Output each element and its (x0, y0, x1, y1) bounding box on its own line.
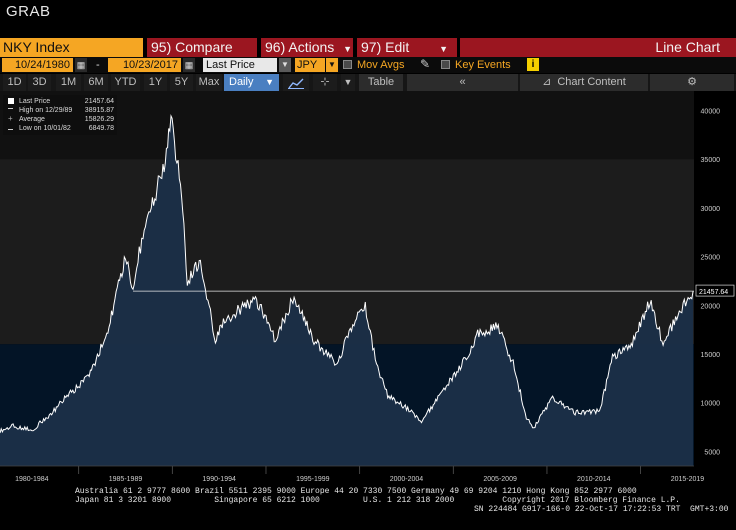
y-tick-label: 40000 (701, 108, 721, 115)
last-price-label: 21457.64 (699, 289, 728, 296)
settings-button[interactable]: ⚙ (650, 74, 734, 91)
edit-button[interactable]: 97) Edit ▼ (357, 38, 457, 57)
line-chart-icon (288, 78, 304, 89)
period-3d-button[interactable]: 3D (28, 74, 51, 91)
info-icon[interactable]: i (527, 58, 539, 71)
y-tick-label: 15000 (701, 352, 721, 359)
y-tick-label: 30000 (701, 206, 721, 213)
legend-item-last-price[interactable]: Last Price 21457.64 (3, 97, 117, 106)
chevron-down-icon: ▼ (439, 44, 449, 54)
legend-label: Average (19, 116, 45, 123)
legend-item-high[interactable]: High on 12/29/89 38915.87 (3, 106, 117, 115)
window-title: GRAB (6, 3, 51, 20)
table-button[interactable]: Table (359, 74, 403, 91)
legend-item-low[interactable]: Low on 10/01/82 6849.78 (3, 124, 117, 133)
mov-avgs-checkbox[interactable] (343, 60, 352, 69)
period-max-button[interactable]: Max (196, 74, 222, 91)
mov-avgs-label: Mov Avgs (357, 59, 405, 71)
chevron-down-icon: ▼ (343, 77, 353, 87)
chart-legend[interactable]: Last Price 21457.64 High on 12/29/89 389… (3, 95, 117, 135)
chart-content-label: Chart Content (557, 76, 626, 88)
x-tick-label: 2010-2014 (577, 476, 611, 483)
x-tick-label: 1980-1984 (15, 476, 49, 483)
compare-label: Compare (175, 39, 233, 55)
footer: Australia 61 2 9777 8600 Brazil 5511 239… (0, 484, 736, 530)
x-tick-label: 2000-2004 (390, 476, 424, 483)
chart-content-button[interactable]: ⊿ Chart Content (520, 74, 648, 91)
period-6m-button[interactable]: 6M (84, 74, 108, 91)
period-ytd-button[interactable]: YTD (111, 74, 140, 91)
legend-value: 21457.64 (84, 98, 114, 105)
crosshair-icon: ⊹ (320, 76, 330, 88)
date-separator: - (96, 59, 100, 71)
period-1d-button[interactable]: 1D (3, 74, 26, 91)
period-1y-button[interactable]: 1Y (144, 74, 167, 91)
tool-dropdown-button[interactable]: ▼ (341, 74, 355, 91)
calendar-icon[interactable]: ▦ (75, 58, 87, 72)
high-marker-icon (8, 108, 13, 109)
plot-band-middle (0, 159, 694, 345)
currency-field[interactable]: JPY (295, 58, 325, 72)
legend-label: Last Price (19, 98, 51, 105)
y-tick-label: 25000 (701, 255, 721, 262)
legend-value: 15826.29 (84, 116, 114, 123)
square-icon (8, 98, 14, 104)
plus-icon: + (8, 114, 13, 123)
ticker-field[interactable]: NKY Index (0, 38, 143, 57)
gear-icon: ⚙ (687, 76, 697, 88)
pencil-icon[interactable]: ✎ (420, 57, 430, 71)
x-tick-label: 2015-2019 (671, 476, 705, 483)
legend-item-average[interactable]: + Average 15826.29 (3, 115, 117, 124)
y-tick-label: 20000 (701, 303, 721, 310)
chart-area[interactable]: 21457.64 5000 10000 15000 20000 25000 30000 350… (0, 91, 736, 484)
legend-label: High on 12/29/89 (19, 107, 73, 114)
legend-value: 38915.87 (84, 107, 114, 114)
legend-value: 6849.78 (88, 125, 114, 132)
frequency-label: Daily (229, 76, 254, 88)
chevron-down-icon: ▼ (343, 44, 353, 54)
collapse-button[interactable]: « (407, 74, 518, 91)
x-tick-label: 2005-2009 (483, 476, 517, 483)
actions-number: 96) (265, 39, 286, 55)
start-date-field[interactable]: 10/24/1980 (2, 58, 73, 72)
chevron-down-icon[interactable]: ▼ (279, 58, 291, 72)
period-1m-button[interactable]: 1M (56, 74, 81, 91)
y-tick-label: 35000 (701, 157, 721, 164)
low-marker-icon (8, 125, 13, 130)
chevron-down-icon: ▼ (265, 77, 274, 87)
edit-label: Edit (385, 39, 410, 55)
y-tick-label: 5000 (704, 449, 720, 456)
footer-session-line: SN 224484 G917-166-0 22-Oct-17 17:22:53 … (474, 505, 729, 514)
y-tick-label: 10000 (701, 401, 721, 408)
chart-type-label[interactable]: Line Chart (460, 38, 736, 57)
x-tick-label: 1985-1989 (109, 476, 143, 483)
end-date-field[interactable]: 10/23/2017 (108, 58, 181, 72)
actions-button[interactable]: 96) Actions ▼ (261, 38, 353, 57)
legend-label: Low on 10/01/82 (19, 125, 71, 132)
chart-content-icon: ⊿ (542, 76, 552, 88)
edit-number: 97) (361, 39, 382, 55)
x-tick-label: 1995-1999 (296, 476, 330, 483)
crosshair-tool-button[interactable]: ⊹ (313, 74, 337, 91)
actions-label: Actions (288, 39, 335, 55)
compare-number: 95) (151, 39, 172, 55)
key-events-label: Key Events (455, 59, 511, 71)
calendar-icon[interactable]: ▦ (183, 58, 195, 72)
price-field-select[interactable]: Last Price (203, 58, 277, 72)
price-chart[interactable]: 21457.64 5000 10000 15000 20000 25000 30000 350… (0, 91, 736, 484)
chevron-down-icon[interactable]: ▼ (326, 58, 338, 72)
frequency-select[interactable]: Daily ▼ (224, 74, 279, 91)
period-5y-button[interactable]: 5Y (170, 74, 193, 91)
line-chart-tool-button[interactable] (283, 74, 309, 91)
x-tick-label: 1990-1994 (202, 476, 236, 483)
compare-button[interactable]: 95) Compare (147, 38, 257, 57)
footer-contacts-line: Japan 81 3 3201 8900 Singapore 65 6212 1… (75, 496, 680, 505)
title-bar (0, 0, 736, 38)
footer-contacts-line: Australia 61 2 9777 8600 Brazil 5511 239… (75, 487, 637, 496)
key-events-checkbox[interactable] (441, 60, 450, 69)
